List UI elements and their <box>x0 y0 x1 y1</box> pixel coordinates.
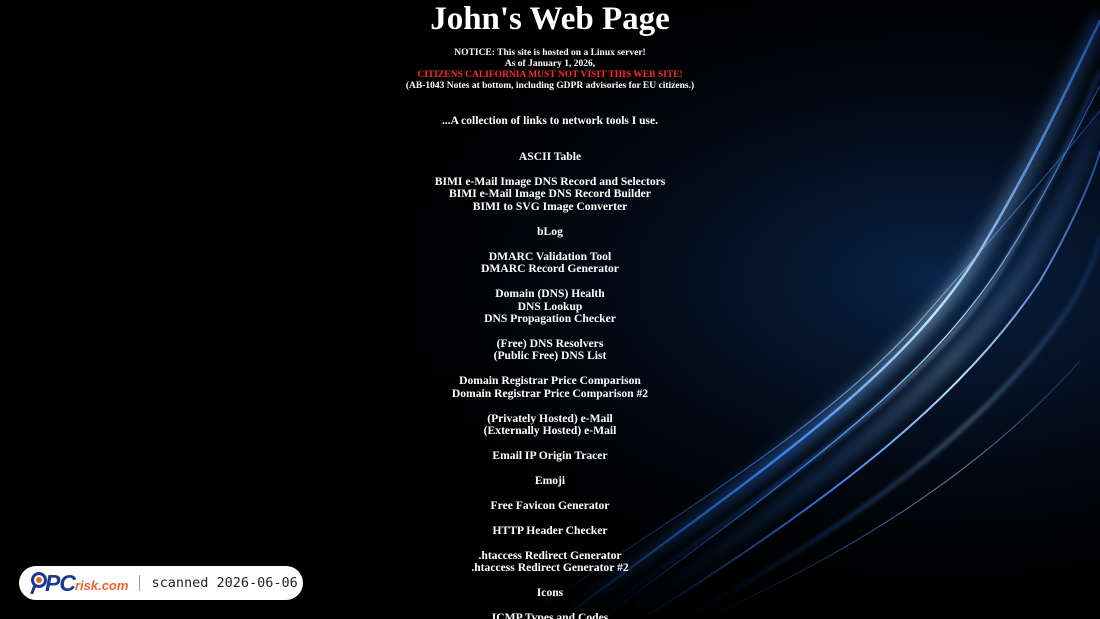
link-group: bLog <box>0 225 1100 239</box>
scan-date: scanned 2026-06-06 <box>151 575 298 591</box>
pcrisk-logo: PC risk.com <box>30 570 128 597</box>
scan-badge: PC risk.com scanned 2026-06-06 <box>19 566 303 600</box>
link-group: BIMI e-Mail Image DNS Record and Selecto… <box>0 175 1100 214</box>
tool-link[interactable]: Free Favicon Generator <box>0 499 1100 513</box>
link-list: ASCII Table BIMI e-Mail Image DNS Record … <box>0 150 1100 619</box>
tool-link[interactable]: (Public Free) DNS List <box>0 350 1100 363</box>
tool-link[interactable]: bLog <box>0 225 1100 239</box>
tool-link[interactable]: Emoji <box>0 475 1100 488</box>
link-group: Domain (DNS) Health DNS Lookup DNS Propaga… <box>0 288 1100 326</box>
tool-link[interactable]: Email IP Origin Tracer <box>0 450 1100 463</box>
link-group: HTTP Header Checker <box>0 524 1100 538</box>
tool-link[interactable]: (Externally Hosted) e-Mail <box>0 425 1100 438</box>
link-group: ASCII Table <box>0 150 1100 164</box>
link-group: (Free) DNS Resolvers (Public Free) DNS Li… <box>0 337 1100 363</box>
notice-block: NOTICE: This site is hosted on a Linux s… <box>0 48 1100 92</box>
tool-link[interactable]: BIMI to SVG Image Converter <box>0 200 1100 214</box>
notice-warning: CITIZENS CALIFORNIA MUST NOT VISIT THIS … <box>417 70 683 80</box>
tool-link[interactable]: Domain Registrar Price Comparison #2 <box>0 387 1100 401</box>
link-group: Emoji <box>0 475 1100 488</box>
link-group: Email IP Origin Tracer <box>0 450 1100 463</box>
notice-date-line: As of January 1, 2026, <box>504 59 596 69</box>
tool-link[interactable]: DNS Propagation Checker <box>0 313 1100 326</box>
link-group: DMARC Validation Tool DMARC Record Genera… <box>0 250 1100 276</box>
link-group: ICMP Types and Codes <box>0 611 1100 619</box>
tool-link[interactable]: HTTP Header Checker <box>0 524 1100 538</box>
tool-link[interactable]: DMARC Record Generator <box>0 263 1100 276</box>
link-group: (Privately Hosted) e-Mail (Externally Hos… <box>0 412 1100 438</box>
badge-divider <box>139 575 141 591</box>
link-group: Domain Registrar Price Comparison Domain … <box>0 375 1100 400</box>
notice-line: NOTICE: This site is hosted on a Linux s… <box>454 48 646 58</box>
tool-link[interactable]: ASCII Table <box>0 150 1100 164</box>
logo-pc-text: PC <box>45 569 76 596</box>
tool-link[interactable]: ICMP Types and Codes <box>0 611 1100 619</box>
notice-ab1043-line: (AB-1043 Notes at bottom, including GDPR… <box>405 81 695 91</box>
page-title: John's Web Page <box>430 1 670 37</box>
tool-link[interactable]: Domain Registrar Price Comparison <box>0 375 1100 388</box>
intro-text: ...A collection of links to network tool… <box>442 115 658 127</box>
page-content: John's Web Page NOTICE: This site is hos… <box>0 1 1100 619</box>
logo-risk-text: risk.com <box>74 578 129 593</box>
link-group: Free Favicon Generator <box>0 499 1100 513</box>
tool-link[interactable]: Domain (DNS) Health <box>0 288 1100 301</box>
